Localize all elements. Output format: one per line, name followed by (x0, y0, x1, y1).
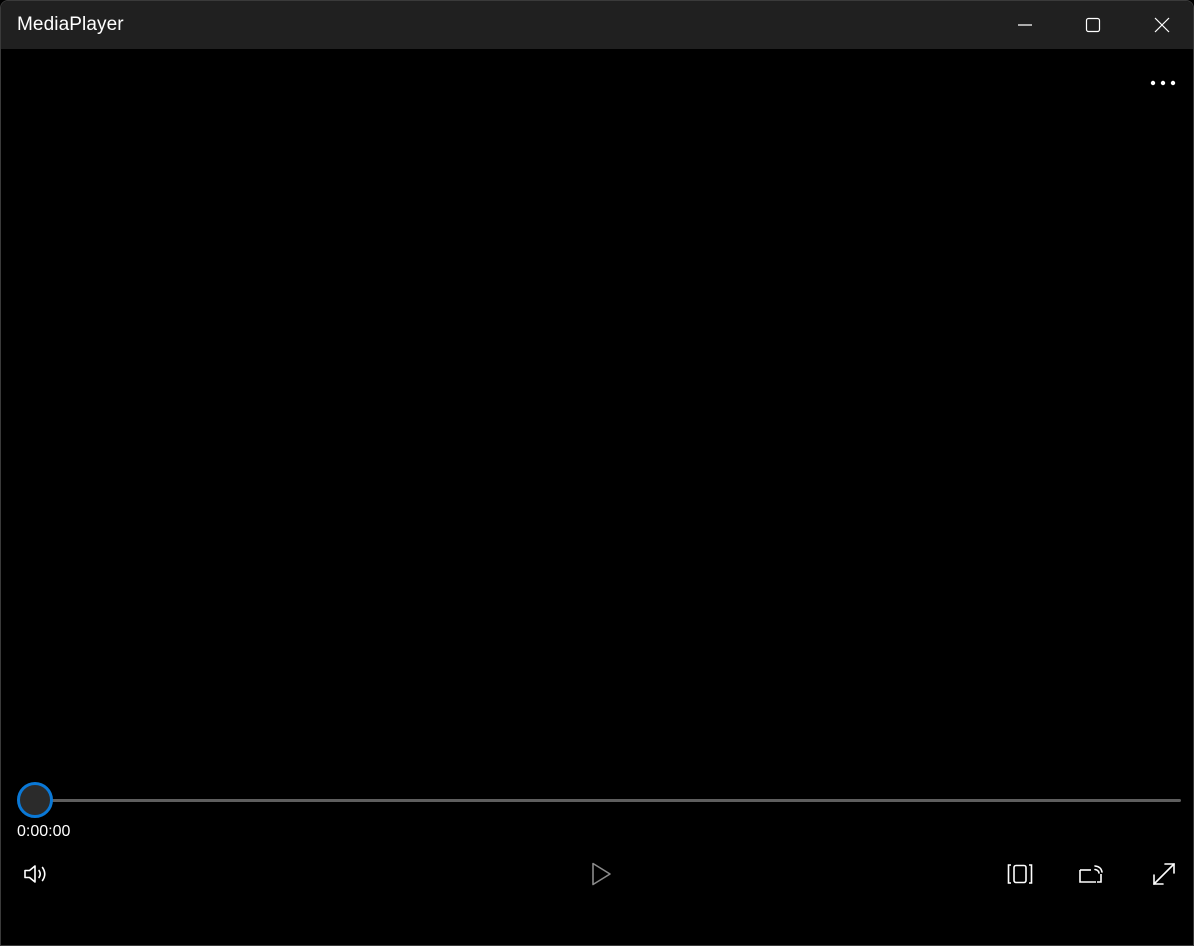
play-icon (592, 862, 611, 886)
close-icon (1154, 17, 1170, 33)
volume-button[interactable] (14, 853, 58, 895)
cast-button[interactable] (1070, 853, 1114, 895)
more-icon (1150, 80, 1176, 86)
fullscreen-button[interactable] (1142, 853, 1186, 895)
minimize-button[interactable] (991, 1, 1059, 49)
fullscreen-icon (1153, 863, 1175, 885)
cast-icon (1079, 865, 1103, 883)
title-bar[interactable]: MediaPlayer (1, 1, 1193, 49)
aspect-ratio-icon (1007, 864, 1033, 884)
play-button[interactable] (579, 853, 623, 895)
current-time: 0:00:00 (17, 823, 71, 840)
aspect-ratio-button[interactable] (998, 853, 1042, 895)
window-title: MediaPlayer (17, 14, 124, 35)
media-player-window: MediaPlayer 0:00:00 (0, 0, 1194, 946)
volume-icon (24, 865, 46, 883)
seek-bar-thumb[interactable] (17, 782, 53, 818)
maximize-icon (1085, 17, 1101, 33)
video-surface[interactable] (1, 49, 1193, 945)
seek-bar-track[interactable] (51, 799, 1181, 802)
close-button[interactable] (1128, 1, 1193, 49)
maximize-button[interactable] (1059, 1, 1127, 49)
minimize-icon (1018, 24, 1032, 26)
more-options-button[interactable] (1143, 69, 1183, 97)
